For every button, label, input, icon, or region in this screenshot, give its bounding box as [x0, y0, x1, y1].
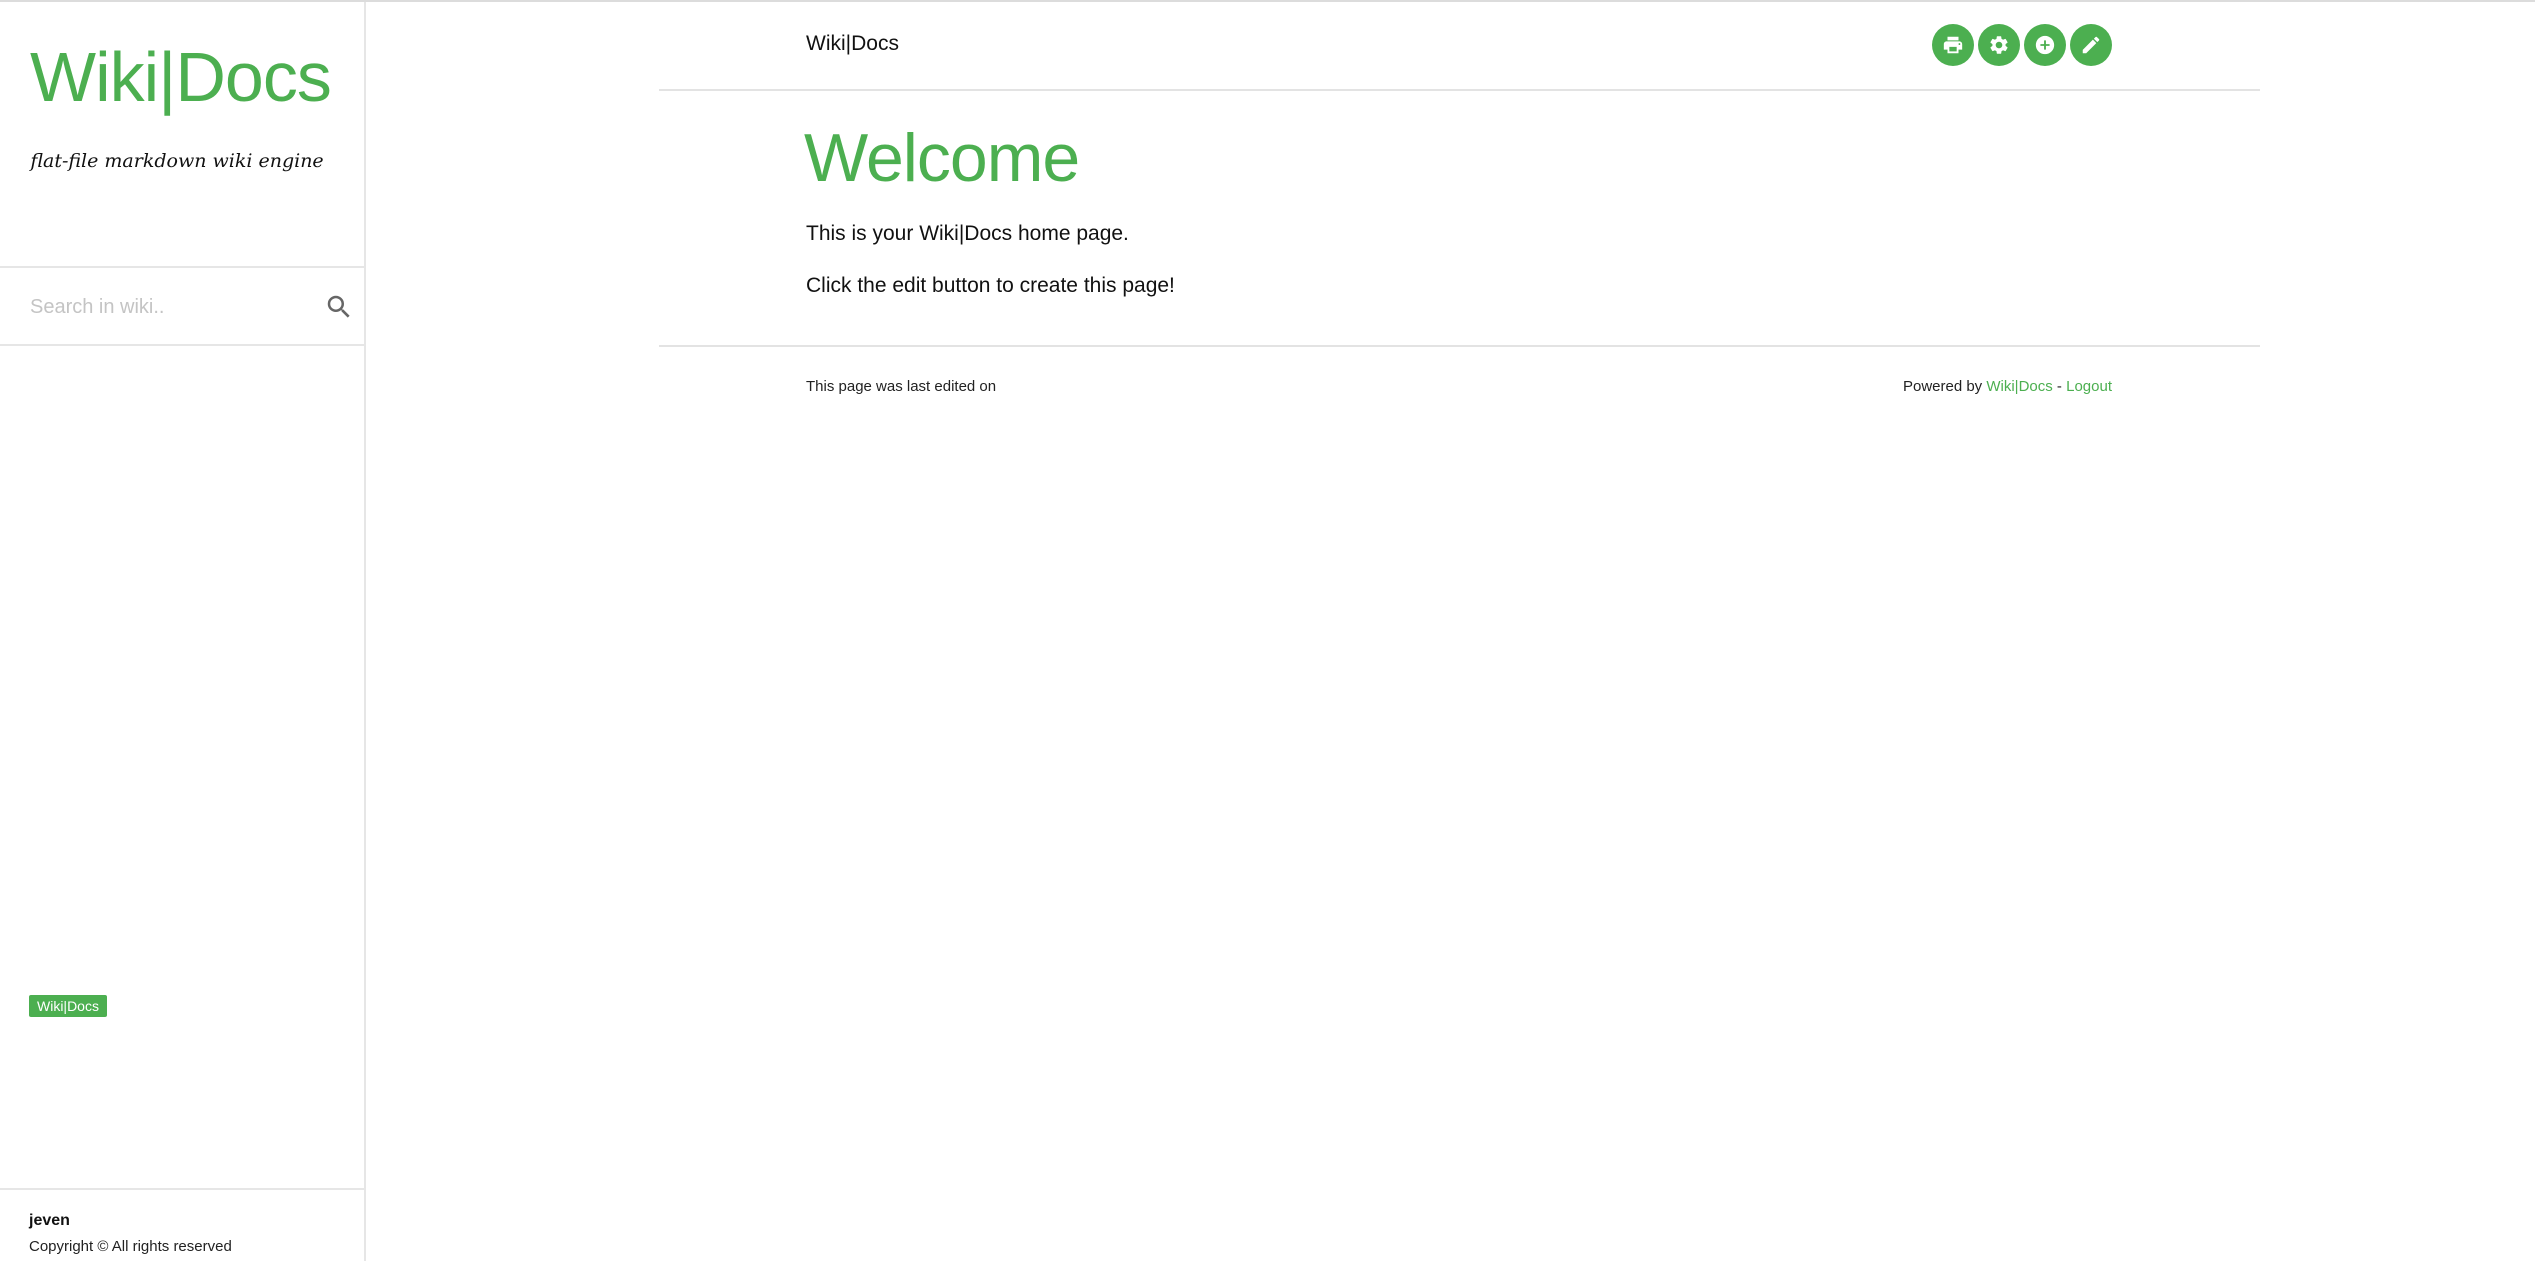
print-icon [1943, 36, 1963, 54]
logout-link[interactable]: Logout [2066, 378, 2112, 395]
content-paragraph: Click the edit button to create this pag… [806, 274, 1175, 297]
edit-button[interactable] [2070, 24, 2112, 66]
print-button[interactable] [1932, 24, 1974, 66]
powered-prefix: Powered by [1902, 378, 1987, 395]
wikidocs-link[interactable]: Wiki|Docs [1986, 378, 2052, 395]
content-divider [659, 345, 2260, 347]
header-title[interactable]: Wiki|Docs [806, 32, 899, 56]
sidebar-footer-divider [0, 1188, 364, 1190]
content-paragraph: This is your Wiki|Docs home page. [806, 222, 1129, 245]
gear-icon [1990, 36, 2008, 54]
plus-circle-icon [2035, 35, 2055, 55]
version-badge: Wiki|Docs [29, 995, 107, 1017]
sidebar-divider [0, 344, 364, 346]
brand-tagline: flat-file markdown wiki engine [30, 150, 324, 172]
search-box [0, 268, 364, 346]
copyright-text: Copyright © All rights reserved [29, 1238, 232, 1255]
page-toolbar [1932, 24, 2112, 66]
powered-by: Powered by Wiki|Docs - Logout [1902, 378, 2112, 395]
settings-button[interactable] [1978, 24, 2020, 66]
brand-logo[interactable]: Wiki|Docs [30, 42, 332, 112]
footer-separator: - [2052, 378, 2067, 395]
sidebar: Wiki|Docs flat-file markdown wiki engine… [0, 2, 366, 1261]
last-edited-text: This page was last edited on [806, 378, 997, 395]
top-border [0, 0, 2535, 2]
search-icon[interactable] [324, 292, 354, 322]
search-input[interactable] [28, 288, 308, 326]
pencil-icon [2082, 36, 2100, 54]
header-divider [659, 89, 2260, 91]
page-title: Welcome [804, 120, 1080, 196]
add-page-button[interactable] [2024, 24, 2066, 66]
username: jeven [29, 1212, 70, 1229]
